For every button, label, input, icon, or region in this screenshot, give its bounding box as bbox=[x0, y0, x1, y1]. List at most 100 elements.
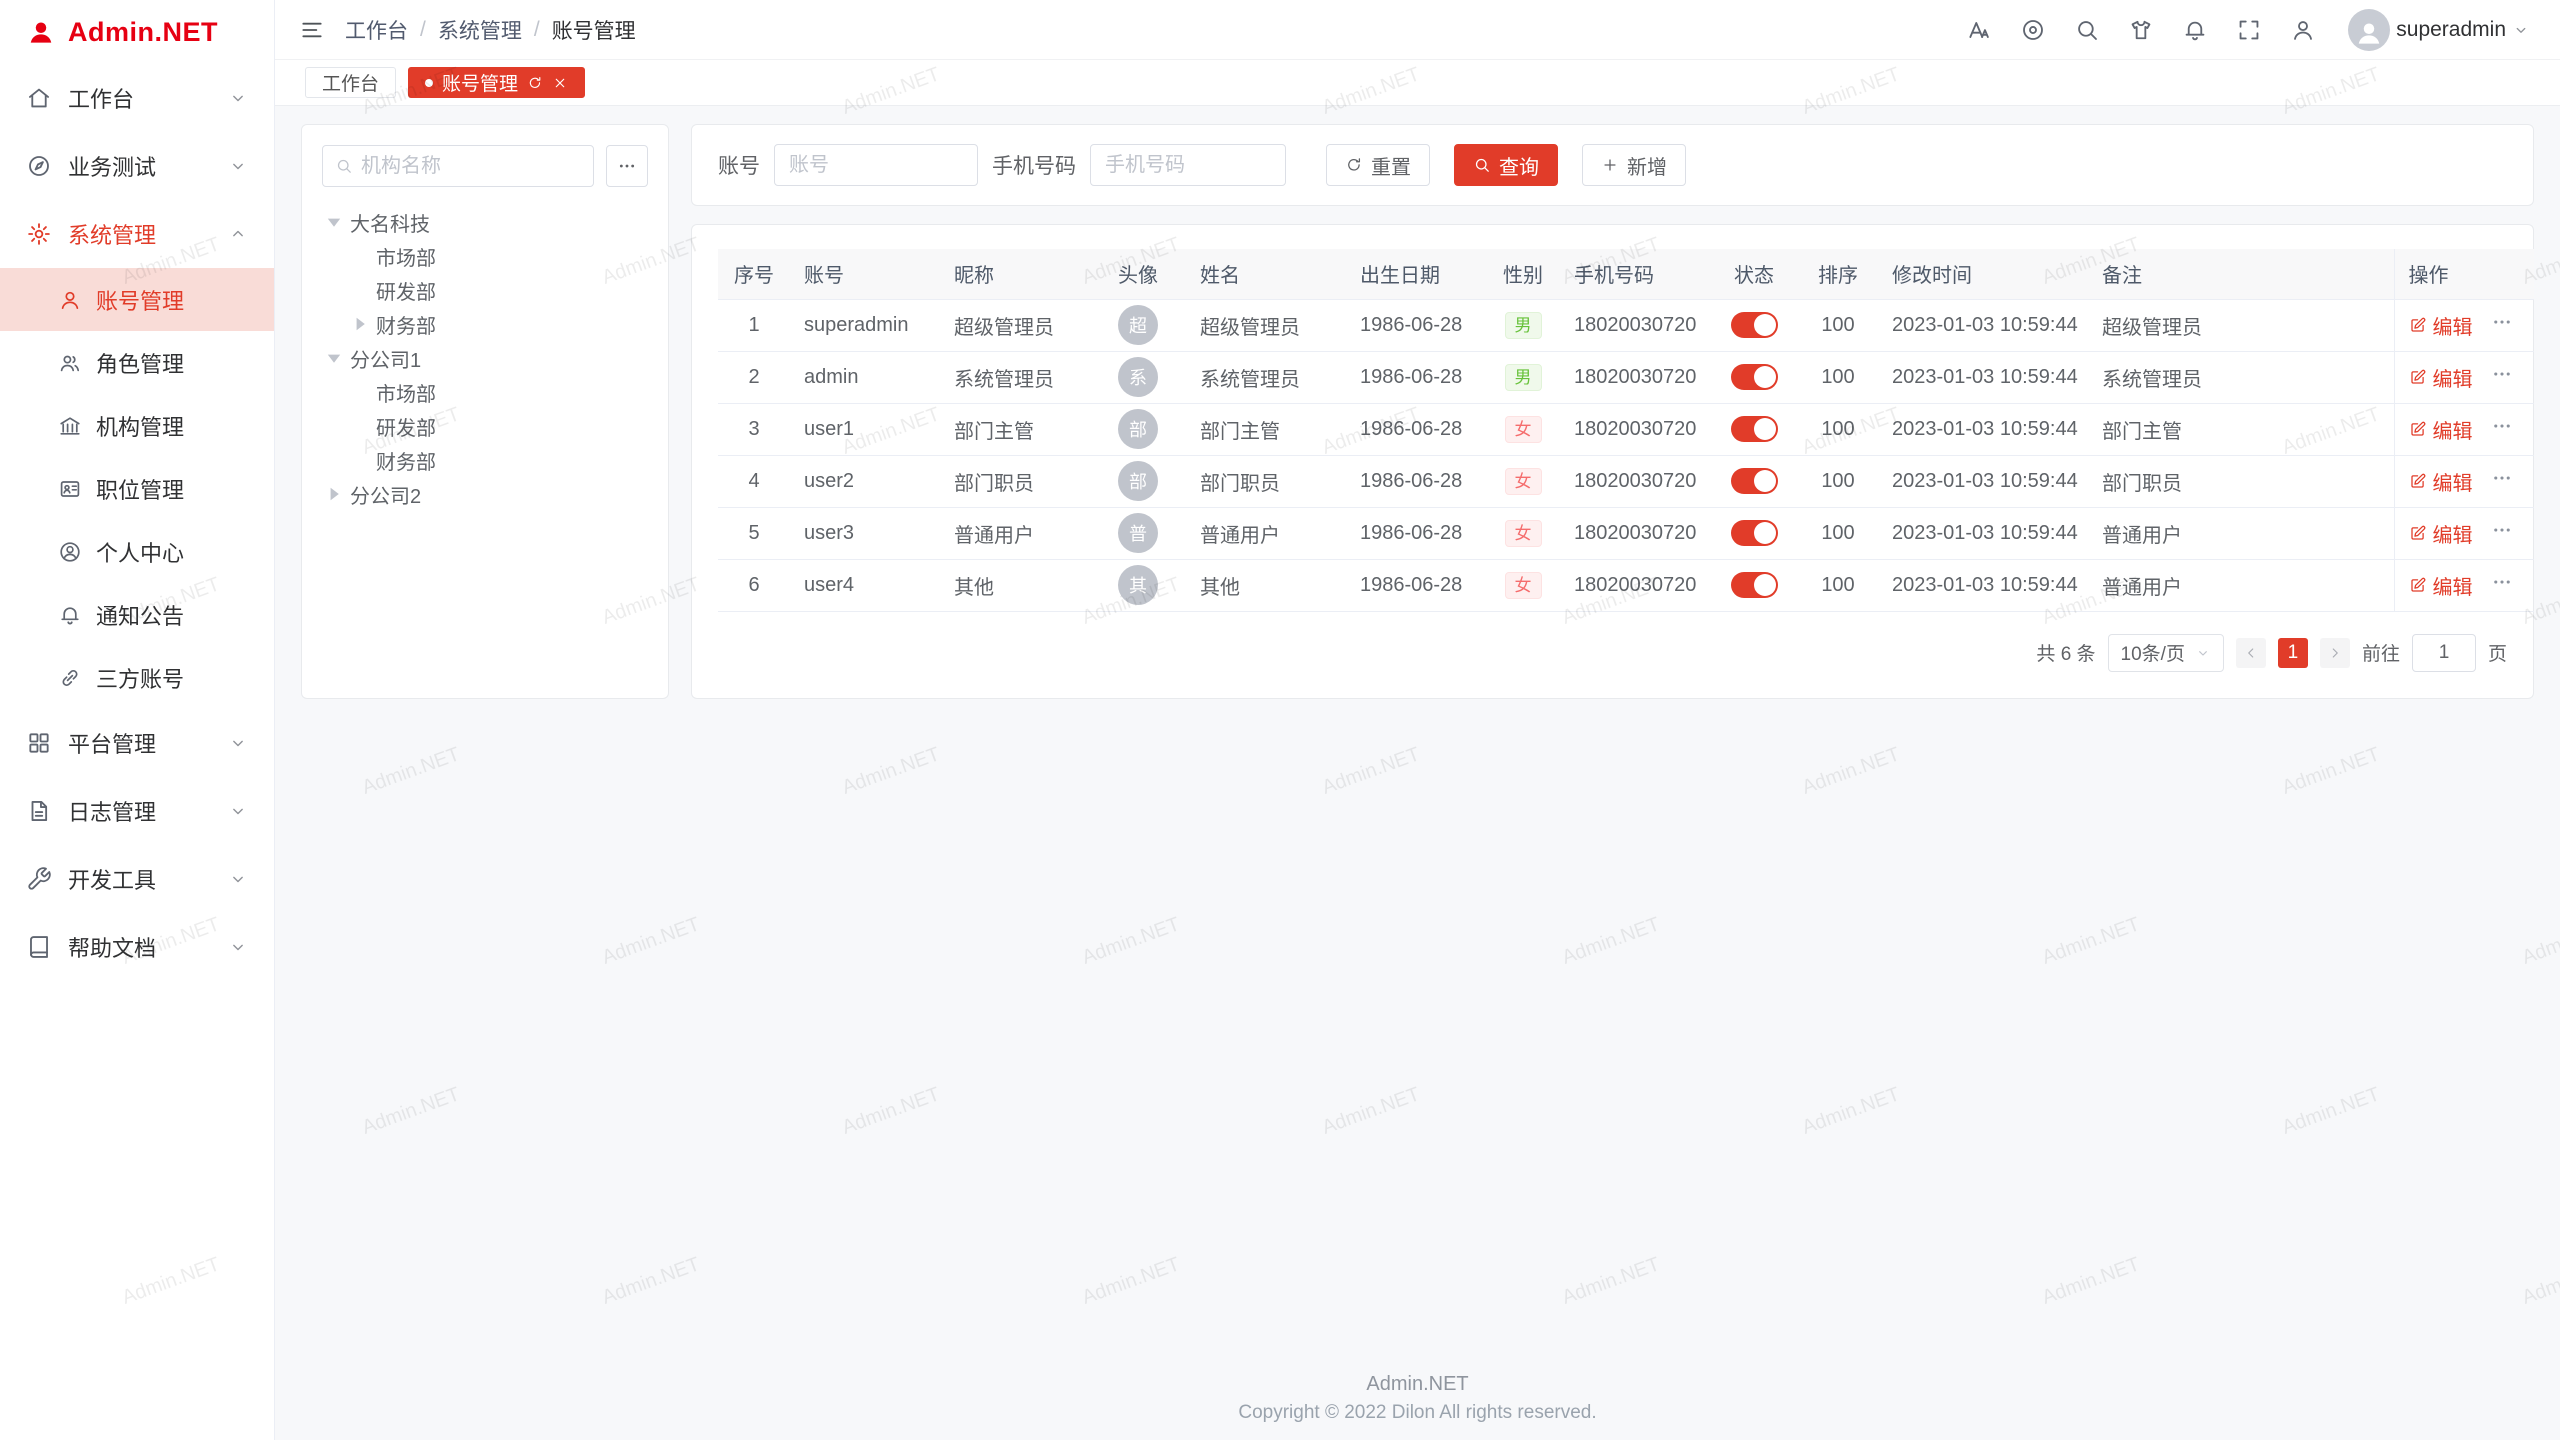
close-icon[interactable] bbox=[552, 75, 568, 91]
sidebar-item-label: 通知公告 bbox=[96, 599, 184, 631]
sidebar-item-workbench[interactable]: 工作台 bbox=[0, 64, 274, 132]
prev-page-button[interactable] bbox=[2236, 638, 2266, 668]
tab-account-management[interactable]: 账号管理 bbox=[408, 67, 585, 98]
tree-node[interactable]: 大名科技 bbox=[322, 205, 648, 239]
fullscreen-icon[interactable] bbox=[2236, 17, 2262, 43]
add-button[interactable]: 新增 bbox=[1582, 144, 1686, 186]
org-more-button[interactable] bbox=[606, 145, 648, 187]
status-toggle[interactable] bbox=[1731, 312, 1778, 338]
page-number-button[interactable]: 1 bbox=[2278, 638, 2308, 668]
topbar-actions: superadmin bbox=[1966, 9, 2530, 51]
edit-button-label: 编辑 bbox=[2433, 571, 2473, 600]
edit-button[interactable]: 编辑 bbox=[2409, 519, 2473, 548]
tree-node[interactable]: 分公司2 bbox=[322, 477, 648, 511]
caret-icon[interactable] bbox=[348, 312, 372, 336]
caret-icon[interactable] bbox=[322, 346, 346, 370]
tree-node[interactable]: 研发部 bbox=[348, 409, 648, 443]
more-actions-button[interactable] bbox=[2491, 467, 2513, 495]
cell-avatar: 系 bbox=[1090, 351, 1186, 403]
sidebar-item-notice-announcement[interactable]: 通知公告 bbox=[0, 583, 274, 646]
column-header: 状态 bbox=[1710, 249, 1798, 299]
caret-icon[interactable] bbox=[322, 482, 346, 506]
sidebar-item-system-management[interactable]: 系统管理 bbox=[0, 200, 274, 268]
edit-button[interactable]: 编辑 bbox=[2409, 571, 2473, 600]
sidebar-item-platform-management[interactable]: 平台管理 bbox=[0, 709, 274, 777]
column-header: 账号 bbox=[790, 249, 940, 299]
sidebar-item-personal-center[interactable]: 个人中心 bbox=[0, 520, 274, 583]
tree-node[interactable]: 分公司1 bbox=[322, 341, 648, 375]
content: 大名科技市场部研发部财务部分公司1市场部研发部财务部分公司2 账号 手机号码 重… bbox=[275, 106, 2560, 699]
breadcrumb-item[interactable]: 工作台 bbox=[345, 15, 408, 45]
sidebar-item-third-party-account[interactable]: 三方账号 bbox=[0, 646, 274, 709]
status-toggle[interactable] bbox=[1731, 364, 1778, 390]
cell-status bbox=[1710, 507, 1798, 559]
tab-workbench[interactable]: 工作台 bbox=[305, 67, 396, 98]
sidebar-item-dev-tools[interactable]: 开发工具 bbox=[0, 845, 274, 913]
profile-icon[interactable] bbox=[2290, 17, 2316, 43]
gender-tag: 女 bbox=[1505, 520, 1542, 547]
toggle-knob bbox=[1754, 522, 1776, 544]
breadcrumb-item[interactable]: 系统管理 bbox=[438, 15, 522, 45]
tree-node[interactable]: 财务部 bbox=[348, 307, 648, 341]
cell-nickname: 其他 bbox=[940, 559, 1090, 611]
tree-node[interactable]: 财务部 bbox=[348, 443, 648, 477]
sidebar-item-label: 机构管理 bbox=[96, 410, 184, 442]
edit-button[interactable]: 编辑 bbox=[2409, 311, 2473, 340]
cell-modified: 2023-01-03 10:59:44 bbox=[1878, 455, 2088, 507]
skin-icon[interactable] bbox=[2128, 17, 2154, 43]
edit-icon bbox=[2409, 472, 2427, 490]
more-actions-button[interactable] bbox=[2491, 363, 2513, 391]
page-size-select[interactable]: 10条/页 bbox=[2108, 634, 2224, 672]
caret-icon[interactable] bbox=[322, 210, 346, 234]
edit-button[interactable]: 编辑 bbox=[2409, 467, 2473, 496]
row-actions: 编辑 bbox=[2409, 415, 2521, 444]
org-search-input[interactable] bbox=[361, 155, 581, 178]
tree-node[interactable]: 研发部 bbox=[348, 273, 648, 307]
bell-icon bbox=[58, 603, 82, 627]
more-actions-button[interactable] bbox=[2491, 571, 2513, 599]
user-menu[interactable]: superadmin bbox=[2344, 9, 2530, 51]
more-actions-button[interactable] bbox=[2491, 311, 2513, 339]
theme-icon[interactable] bbox=[2020, 17, 2046, 43]
edit-button[interactable]: 编辑 bbox=[2409, 415, 2473, 444]
column-header: 姓名 bbox=[1186, 249, 1346, 299]
more-actions-button[interactable] bbox=[2491, 519, 2513, 547]
account-input[interactable] bbox=[774, 144, 978, 186]
column-header: 头像 bbox=[1090, 249, 1186, 299]
sidebar-item-account-management[interactable]: 账号管理 bbox=[0, 268, 274, 331]
font-size-icon[interactable] bbox=[1966, 17, 1992, 43]
goto-label: 前往 bbox=[2362, 639, 2400, 666]
cell-phone: 18020030720 bbox=[1560, 507, 1710, 559]
sidebar-item-business-test[interactable]: 业务测试 bbox=[0, 132, 274, 200]
goto-page-input[interactable] bbox=[2412, 634, 2476, 672]
refresh-icon[interactable] bbox=[527, 75, 543, 91]
sidebar-item-help-docs[interactable]: 帮助文档 bbox=[0, 913, 274, 981]
tree-node-label: 研发部 bbox=[376, 276, 436, 305]
status-toggle[interactable] bbox=[1731, 572, 1778, 598]
sidebar-item-role-management[interactable]: 角色管理 bbox=[0, 331, 274, 394]
row-actions: 编辑 bbox=[2409, 467, 2521, 496]
sidebar-item-org-management[interactable]: 机构管理 bbox=[0, 394, 274, 457]
phone-input[interactable] bbox=[1090, 144, 1286, 186]
collapse-menu-icon[interactable] bbox=[299, 17, 325, 43]
column-header: 手机号码 bbox=[1560, 249, 1710, 299]
sidebar-item-position-management[interactable]: 职位管理 bbox=[0, 457, 274, 520]
status-toggle[interactable] bbox=[1731, 468, 1778, 494]
search-icon[interactable] bbox=[2074, 17, 2100, 43]
status-toggle[interactable] bbox=[1731, 520, 1778, 546]
table-header-row: 序号账号昵称头像姓名出生日期性别手机号码状态排序修改时间备注操作 bbox=[718, 249, 2534, 299]
tree-node-label: 财务部 bbox=[376, 310, 436, 339]
cell-name: 其他 bbox=[1186, 559, 1346, 611]
status-toggle[interactable] bbox=[1731, 416, 1778, 442]
edit-button[interactable]: 编辑 bbox=[2409, 363, 2473, 392]
search-button[interactable]: 查询 bbox=[1454, 144, 1558, 186]
more-actions-button[interactable] bbox=[2491, 415, 2513, 443]
next-page-button[interactable] bbox=[2320, 638, 2350, 668]
column-header: 排序 bbox=[1798, 249, 1878, 299]
logo[interactable]: Admin.NET bbox=[0, 0, 274, 64]
sidebar-item-log-management[interactable]: 日志管理 bbox=[0, 777, 274, 845]
reset-button[interactable]: 重置 bbox=[1326, 144, 1430, 186]
tree-node[interactable]: 市场部 bbox=[348, 375, 648, 409]
tree-node[interactable]: 市场部 bbox=[348, 239, 648, 273]
bell-icon[interactable] bbox=[2182, 17, 2208, 43]
